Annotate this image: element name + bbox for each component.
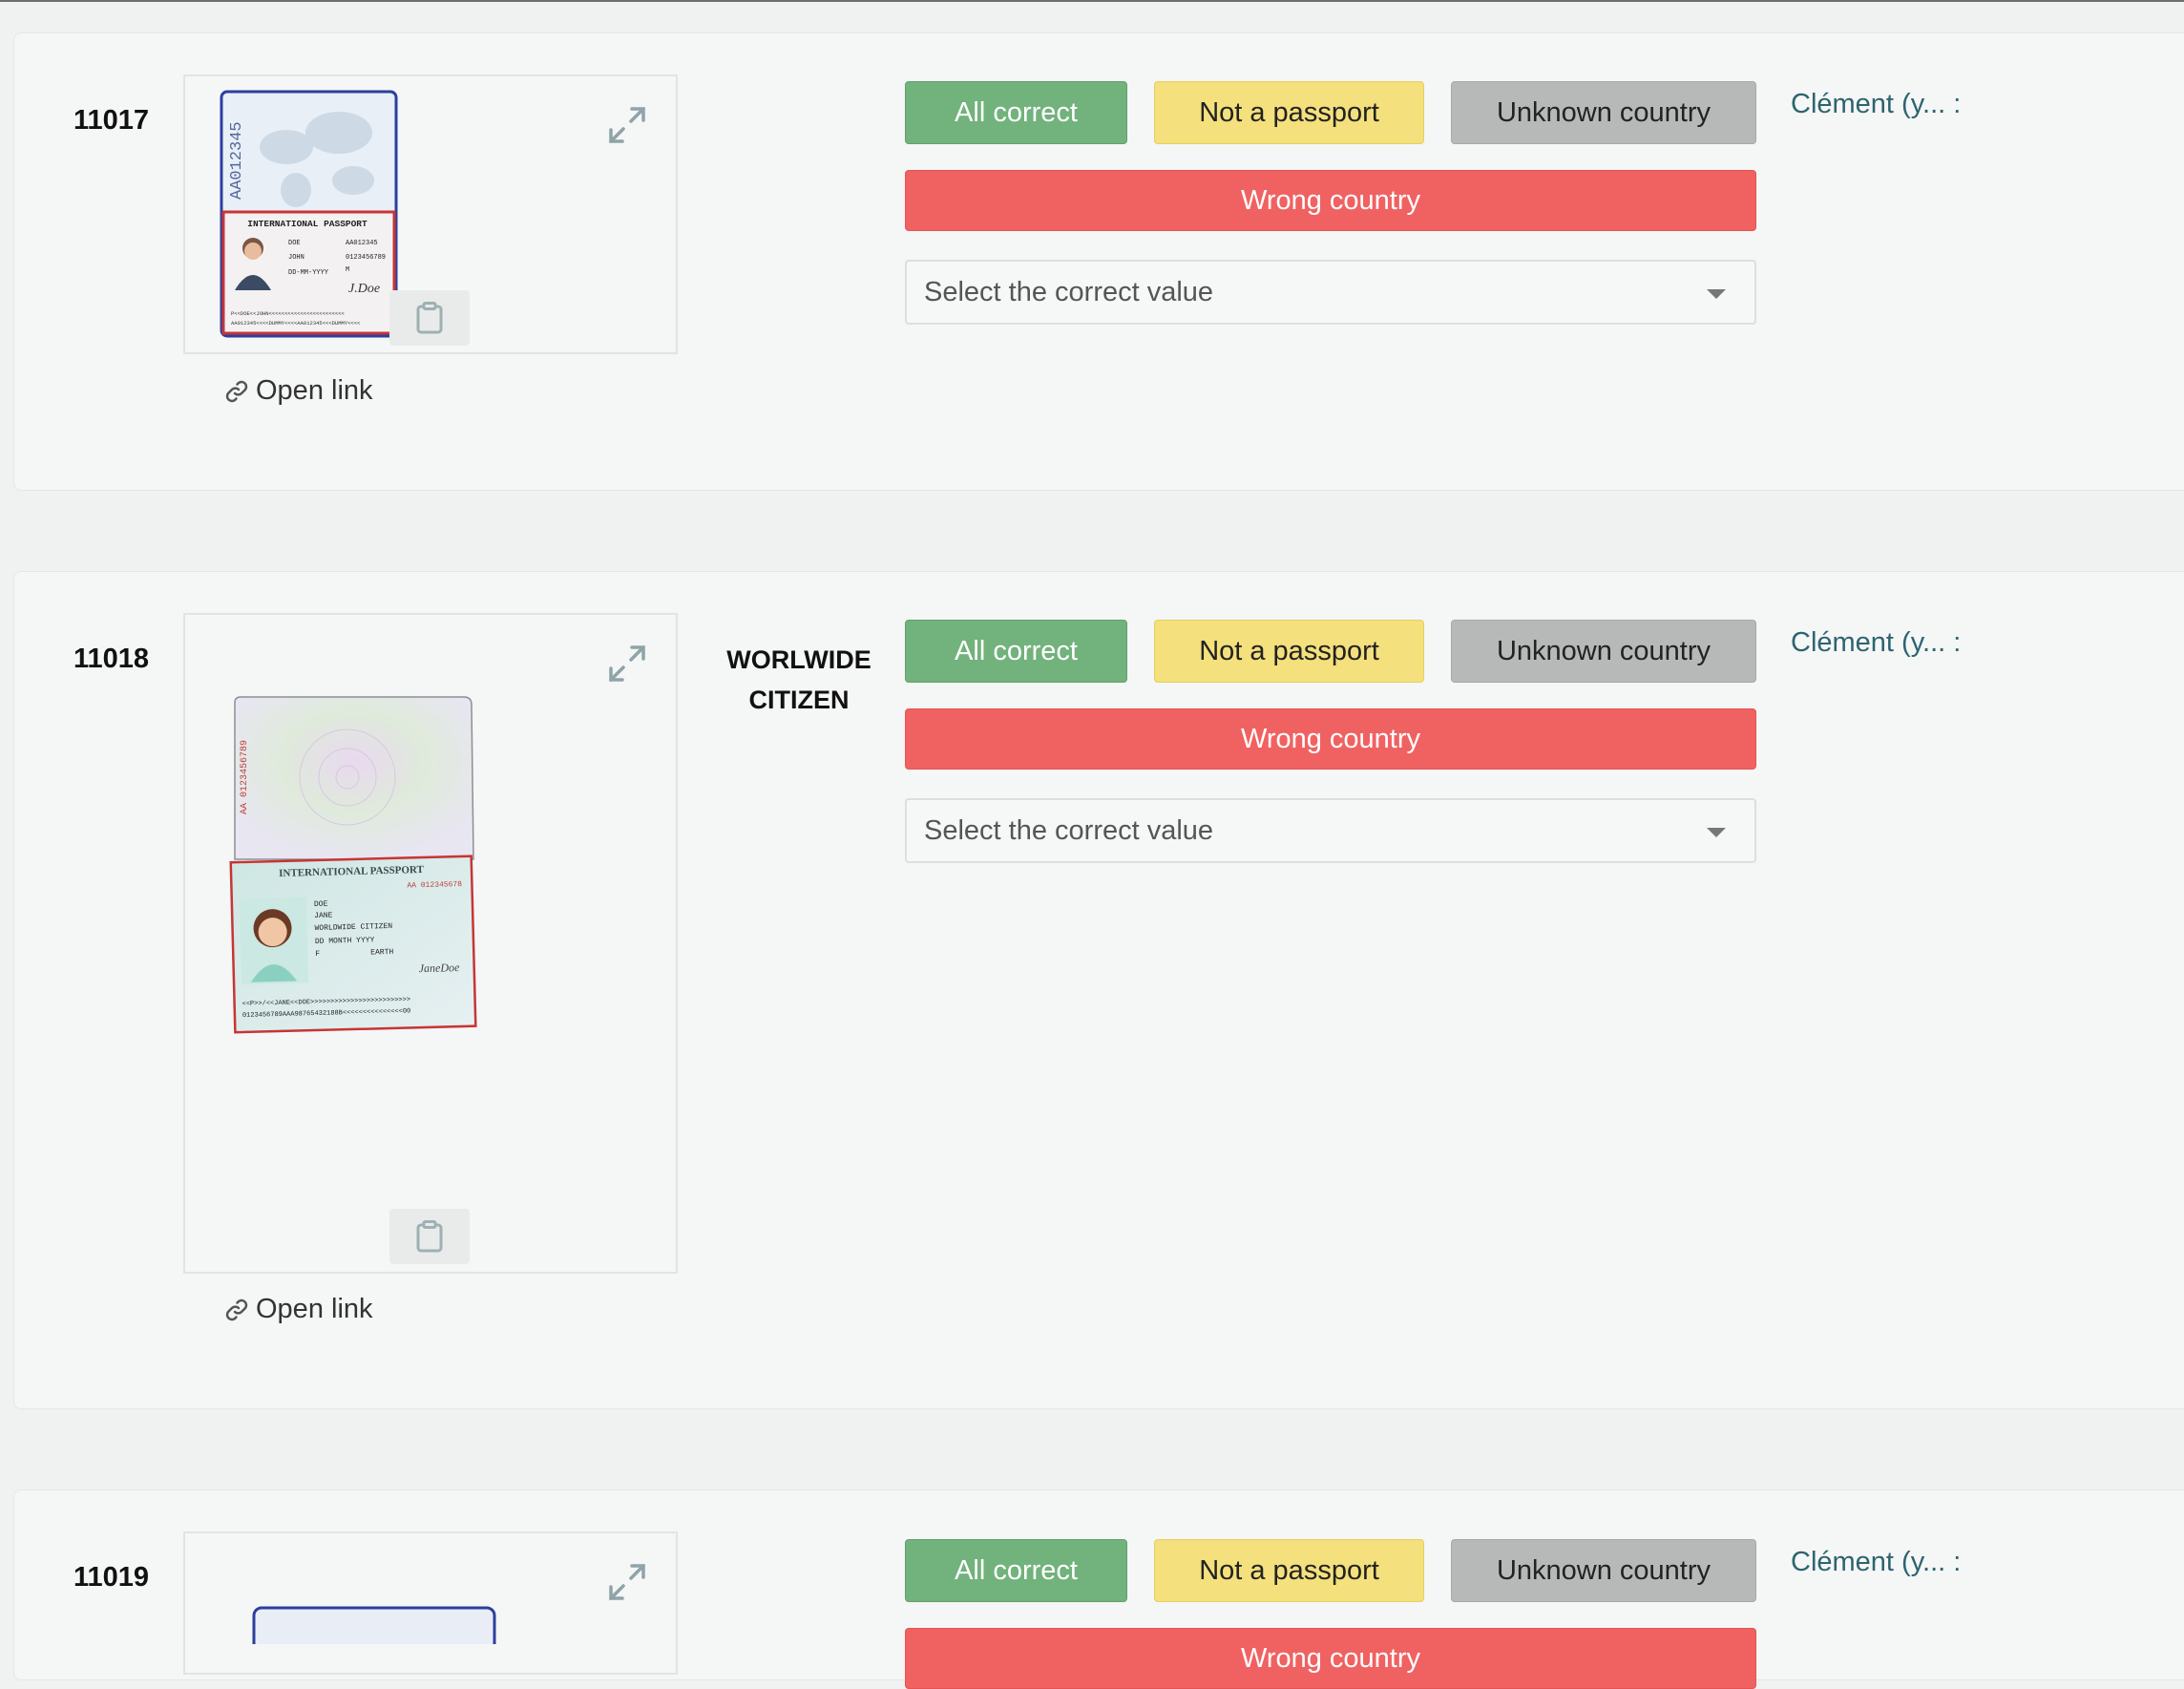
detected-country-line-2: CITIZEN: [748, 686, 850, 714]
unknown-country-button[interactable]: Unknown country: [1451, 81, 1756, 144]
passport-no: AA012345: [346, 240, 378, 247]
passport-thumbnail[interactable]: [183, 1531, 678, 1675]
unknown-country-button[interactable]: Unknown country: [1451, 620, 1756, 683]
detected-country: WORLWIDE CITIZEN: [710, 640, 888, 720]
detected-country-line-1: WORLWIDE: [726, 645, 872, 674]
open-link-label: Open link: [256, 1294, 373, 1324]
open-link[interactable]: Open link: [223, 375, 373, 407]
expand-icon[interactable]: [605, 642, 649, 686]
passport-image: [252, 1606, 496, 1644]
passport-personal-no: 0123456789: [346, 254, 386, 262]
passport-vertical-number: AA 0123456789: [240, 740, 250, 814]
clipboard-icon: [416, 302, 443, 334]
not-passport-button[interactable]: Not a passport: [1154, 81, 1424, 144]
passport-dob: DD-MM-YYYY: [288, 269, 329, 277]
open-link-label: Open link: [256, 375, 373, 406]
expand-icon[interactable]: [605, 103, 649, 147]
top-divider: [0, 0, 2184, 2]
unknown-country-button[interactable]: Unknown country: [1451, 1539, 1756, 1602]
passport-surname: DOE: [288, 240, 301, 247]
passport-mrz-1: P<<DOE<<JOHN<<<<<<<<<<<<<<<<<<<<<<<<: [231, 310, 345, 317]
record-id: 11018: [74, 644, 150, 674]
reviewer-name[interactable]: Clément (y... :: [1791, 627, 1961, 659]
passport-surname: DOE: [314, 900, 328, 909]
select-placeholder: Select the correct value: [924, 814, 1214, 846]
wrong-country-button[interactable]: Wrong country: [905, 1628, 1756, 1689]
passport-image: AA 0123456789 INTERNATIONAL PASSPORT AA …: [229, 696, 477, 1034]
copy-button[interactable]: [389, 290, 470, 346]
reviewer-name[interactable]: Clément (y... :: [1791, 1547, 1961, 1578]
reviewer-name[interactable]: Clément (y... :: [1791, 89, 1961, 120]
link-icon: [225, 380, 248, 402]
passport-signature: J.Doe: [348, 282, 380, 296]
passport-given-names: JANE: [314, 911, 333, 920]
chevron-down-icon: [1707, 828, 1726, 837]
link-icon: [225, 1298, 248, 1320]
country-select[interactable]: Select the correct value: [905, 260, 1756, 325]
open-link[interactable]: Open link: [223, 1294, 373, 1325]
passport-no: AA 012345678: [407, 880, 462, 891]
not-passport-button[interactable]: Not a passport: [1154, 1539, 1424, 1602]
passport-header: INTERNATIONAL PASSPORT: [247, 219, 368, 229]
clipboard-icon: [416, 1220, 443, 1253]
expand-icon[interactable]: [605, 1560, 649, 1604]
all-correct-button[interactable]: All correct: [905, 1539, 1127, 1602]
passport-signature: JaneDoe: [419, 961, 461, 975]
passport-vertical-number: AA012345: [228, 121, 246, 200]
passport-image: AA012345 INTERNATIONAL PASSPORT DOE JOHN…: [220, 90, 398, 338]
record-id: 11019: [74, 1562, 150, 1593]
country-select[interactable]: Select the correct value: [905, 798, 1756, 863]
select-placeholder: Select the correct value: [924, 276, 1214, 307]
passport-sex: M: [346, 266, 349, 274]
passport-given-names: JOHN: [288, 254, 304, 262]
not-passport-button[interactable]: Not a passport: [1154, 620, 1424, 683]
chevron-down-icon: [1707, 289, 1726, 299]
record-id: 11017: [74, 105, 150, 136]
wrong-country-button[interactable]: Wrong country: [905, 170, 1756, 231]
all-correct-button[interactable]: All correct: [905, 81, 1127, 144]
passport-thumbnail[interactable]: AA012345 INTERNATIONAL PASSPORT DOE JOHN…: [183, 74, 678, 354]
passport-thumbnail[interactable]: AA 0123456789 INTERNATIONAL PASSPORT AA …: [183, 613, 678, 1274]
copy-button[interactable]: [389, 1209, 470, 1264]
passport-dob: DD MONTH YYYY: [315, 936, 375, 946]
passport-place-of-birth: EARTH: [370, 948, 393, 958]
all-correct-button[interactable]: All correct: [905, 620, 1127, 683]
passport-mrz-2: AA012345<<<<DUMMY<<<<AA012345<<<DUMMY<<<…: [231, 320, 360, 327]
wrong-country-button[interactable]: Wrong country: [905, 708, 1756, 770]
passport-sex: F: [315, 950, 320, 959]
